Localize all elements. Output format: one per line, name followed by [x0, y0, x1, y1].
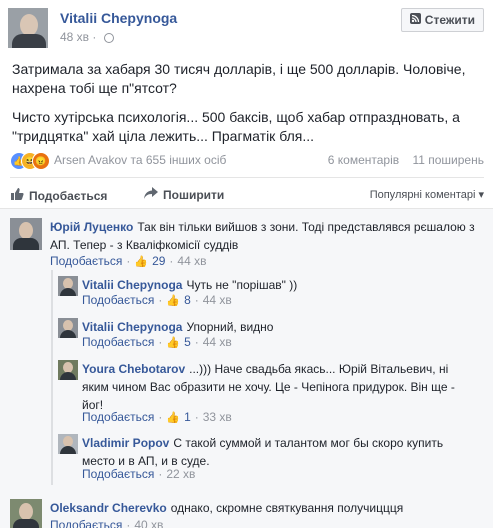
comment-text: Oleksandr Cherevko однако, скромне святку… — [50, 499, 482, 517]
comment-text: Vladimir Popov С такой суммой и талантом … — [82, 434, 462, 470]
thumbs-up-icon — [10, 187, 24, 204]
like-count-icon: 👍 — [166, 294, 181, 307]
post-body: Затримала за хабаря 30 тисяч долларів, і… — [12, 60, 482, 156]
commenter-avatar[interactable] — [58, 434, 78, 454]
comment-time[interactable]: 44 хв — [203, 335, 232, 349]
commenter-name[interactable]: Vitalii Chepynoga — [82, 278, 182, 292]
comment-time[interactable]: 44 хв — [177, 254, 206, 268]
comment-like-button[interactable]: Подобається — [82, 467, 154, 481]
like-button[interactable]: Подобається — [10, 187, 107, 204]
separator: · — [158, 335, 163, 349]
comment: Oleksandr Cherevko однако, скромне святку… — [10, 499, 484, 528]
comment-meta: Подобається · 22 хв — [82, 467, 195, 481]
post-paragraph: Чисто хутірська психологія... 500 баксів… — [12, 109, 460, 144]
separator: · — [92, 30, 100, 44]
share-icon — [144, 187, 158, 202]
comment-text: Vitalii Chepynoga Чуть не "порішав" )) — [82, 276, 482, 294]
reply-thread-line — [51, 270, 53, 485]
commenter-avatar[interactable] — [10, 499, 42, 528]
commenter-name[interactable]: Oleksandr Cherevko — [50, 501, 167, 515]
reply: Vitalii Chepynoga Упорний, видно Подобаєт… — [58, 318, 484, 352]
follow-button[interactable]: Стежити — [400, 8, 484, 32]
comment-body: однако, скромне святкування получиццця — [170, 501, 404, 515]
comment-time[interactable]: 44 хв — [203, 293, 232, 307]
author-avatar[interactable] — [8, 8, 48, 48]
reply: Vladimir Popov С такой суммой и талантом … — [58, 434, 484, 484]
commenter-avatar[interactable] — [10, 218, 42, 250]
post-paragraph: Затримала за хабаря 30 тисяч долларів, і… — [12, 61, 466, 96]
comment-like-button[interactable]: Подобається — [82, 335, 154, 349]
comment-meta: Подобається · 40 хв — [50, 518, 163, 528]
follow-label: Стежити — [424, 13, 475, 27]
commenter-name[interactable]: Vladimir Popov — [82, 436, 169, 450]
commenter-avatar[interactable] — [58, 360, 78, 380]
comment-like-button[interactable]: Подобається — [82, 293, 154, 307]
author-name[interactable]: Vitalii Chepynoga — [60, 10, 177, 26]
separator: · — [194, 335, 199, 349]
commenter-name[interactable]: Youra Chebotarov — [82, 362, 185, 376]
comment-like-count[interactable]: 8 — [184, 293, 191, 307]
comment-text: Юрій Луценко Так він тільки вийшов з зони… — [50, 218, 482, 254]
post-header: Vitalii Chepynoga 48 хв · Стежити — [8, 8, 484, 48]
like-count-icon: 👍 — [166, 411, 181, 424]
separator: · — [194, 293, 199, 307]
post-meta: 48 хв · — [60, 30, 114, 44]
globe-icon — [103, 32, 114, 43]
comment-meta: Подобається · 👍 8 · 44 хв — [82, 293, 232, 307]
like-count-icon: 👍 — [166, 336, 181, 349]
reactions-summary[interactable]: Arsen Avakov та 655 інших осіб — [54, 153, 226, 167]
separator: · — [194, 410, 199, 424]
comments-count[interactable]: 6 коментарів — [328, 153, 399, 167]
separator: · — [126, 254, 131, 268]
separator: · — [158, 293, 163, 307]
comment: Юрій Луценко Так він тільки вийшов з зони… — [10, 218, 484, 270]
comment-sort-dropdown[interactable]: Популярні коментарі ▾ — [370, 188, 484, 201]
comment-time[interactable]: 33 хв — [203, 410, 232, 424]
comment-time[interactable]: 22 хв — [166, 467, 195, 481]
share-button[interactable]: Поширити — [144, 187, 224, 202]
separator: · — [169, 254, 174, 268]
comment-body: Чуть не "порішав" )) — [186, 278, 298, 292]
commenter-name[interactable]: Vitalii Chepynoga — [82, 320, 182, 334]
separator: · — [158, 467, 163, 481]
share-label: Поширити — [163, 187, 225, 202]
comment-meta: Подобається · 👍 1 · 33 хв — [82, 410, 232, 424]
shares-count[interactable]: 11 поширень — [412, 153, 484, 167]
commenter-name[interactable]: Юрій Луценко — [50, 220, 133, 234]
post-actions: Подобається Поширити Популярні коментарі… — [10, 184, 484, 206]
comment-like-count[interactable]: 1 — [184, 410, 191, 424]
reactions-row: 👍 😆 😠 Arsen Avakov та 655 інших осіб 6 к… — [10, 150, 484, 172]
comment-like-count[interactable]: 29 — [152, 254, 165, 268]
rss-icon — [409, 13, 421, 27]
separator: · — [126, 518, 131, 528]
comment-like-button[interactable]: Подобається — [82, 410, 154, 424]
counts: 6 коментарів 11 поширень — [318, 153, 484, 167]
comment-like-button[interactable]: Подобається — [50, 518, 122, 528]
comment-text: Youra Chebotarov...))) Наче свадьба якас… — [82, 360, 462, 414]
comment-meta: Подобається · 👍 29 · 44 хв — [50, 254, 206, 268]
post-time[interactable]: 48 хв — [60, 30, 89, 44]
comment-text: Vitalii Chepynoga Упорний, видно — [82, 318, 482, 336]
comment-like-button[interactable]: Подобається — [50, 254, 122, 268]
commenter-avatar[interactable] — [58, 276, 78, 296]
comment-body: Упорний, видно — [186, 320, 274, 334]
like-count-icon: 👍 — [134, 255, 149, 268]
reply: Vitalii Chepynoga Чуть не "порішав" )) По… — [58, 276, 484, 310]
commenter-avatar[interactable] — [58, 318, 78, 338]
comment-like-count[interactable]: 5 — [184, 335, 191, 349]
like-label: Подобається — [29, 188, 108, 203]
separator: · — [158, 410, 163, 424]
comment-meta: Подобається · 👍 5 · 44 хв — [82, 335, 232, 349]
reply: Youra Chebotarov...))) Наче свадьба якас… — [58, 360, 484, 426]
angry-reaction-icon: 😠 — [32, 152, 50, 170]
comment-time[interactable]: 40 хв — [134, 518, 163, 528]
divider — [10, 177, 484, 178]
